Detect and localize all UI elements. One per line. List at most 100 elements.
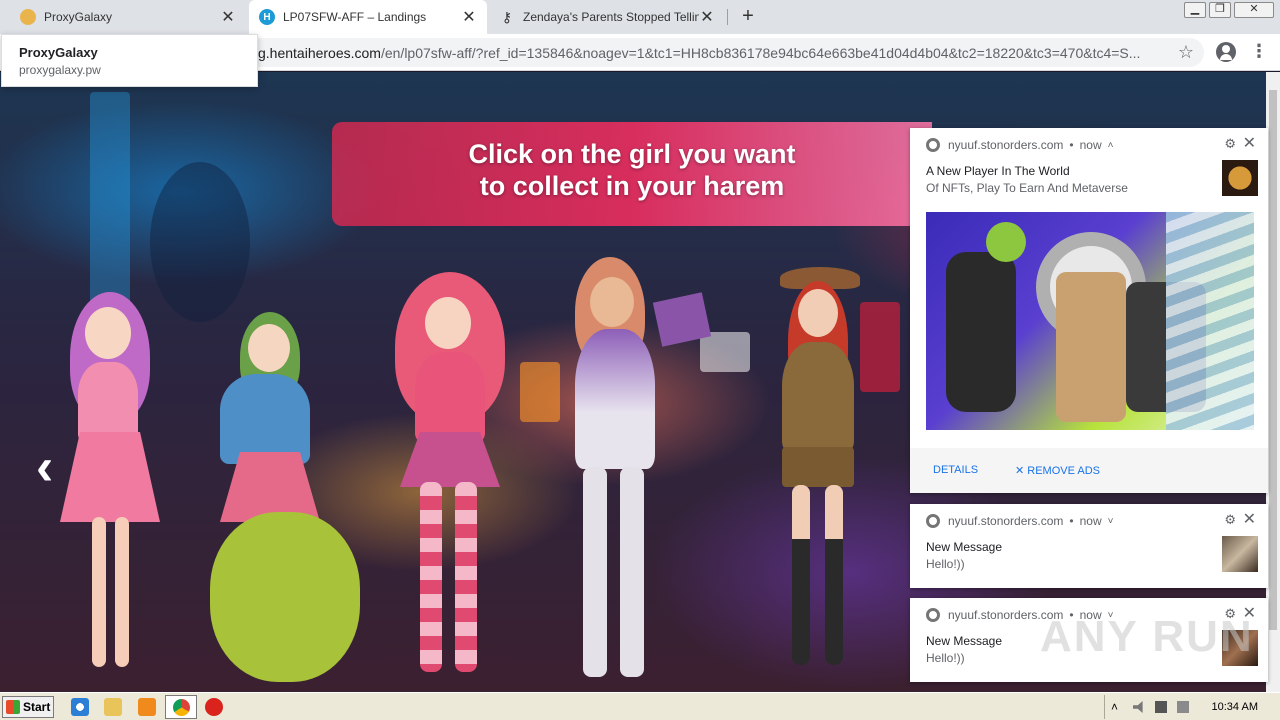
character-purple-bodysuit[interactable] [565,257,715,687]
character-explorer[interactable] [770,267,870,687]
character-head [425,297,471,349]
figure-shape [986,222,1026,262]
notification-source: nyuuf.stonorders.com [948,138,1064,152]
character-head [85,307,131,359]
close-tab-icon[interactable]: ✕ [461,7,477,27]
notification-header: nyuuf.stonorders.com • now ˄ [926,138,1113,152]
character-body [782,342,854,452]
instruction-banner: Click on the girl you want to collect in… [332,122,932,226]
avatar [1222,536,1258,572]
character-leg [92,517,106,667]
notification-actions: DETAILS ✕ REMOVE ADS [910,448,1268,493]
character-pink-dress[interactable] [60,292,170,692]
details-button[interactable]: DETAILS [933,464,978,476]
clock: 10:34 AM [1211,701,1258,713]
gear-icon[interactable]: ⚙ [1224,512,1236,528]
banner-line-2: to collect in your harem [479,171,785,201]
notification-time: now [1079,138,1102,152]
close-icon[interactable]: ✕ [1243,133,1256,153]
figure-shape [946,252,1016,412]
tab-zendaya[interactable]: ⚷ Zendaya's Parents Stopped Telling H ✕ [489,0,725,34]
menu-kebab-icon[interactable]: ⋮ [1250,42,1268,62]
folder-icon[interactable] [104,698,122,716]
notification-nft[interactable]: nyuuf.stonorders.com • now ˄ ⚙ ✕ A New P… [910,128,1268,493]
character-head [798,289,838,337]
character-body [415,352,485,442]
bitcoin-icon [1222,160,1258,196]
media-player-icon[interactable] [138,698,156,716]
tab-strip: ProxyGalaxy ✕ H LP07SFW-AFF – Landings ✕… [0,0,1280,34]
tab-title: Zendaya's Parents Stopped Telling H [523,10,699,24]
windows-flag-icon [6,700,20,714]
figure-shape [1056,272,1126,422]
close-window-button[interactable]: ✕ [1234,2,1274,18]
character-body [78,362,138,442]
url-host: g.hentaiheroes.com [258,45,381,61]
character-naga[interactable] [190,312,360,692]
tab-proxygalaxy[interactable]: ProxyGalaxy ✕ [10,0,246,34]
character-shorts [782,447,854,487]
url-text: g.hentaiheroes.com/en/lp07sfw-aff/?ref_i… [258,45,1158,61]
proxygalaxy-favicon-icon [20,9,36,25]
notification-message-1[interactable]: nyuuf.stonorders.com • now ˅ ⚙ ✕ New Mes… [910,504,1268,588]
stop-icon[interactable] [205,698,223,716]
close-icon[interactable]: ✕ [1243,509,1256,529]
notification-header: nyuuf.stonorders.com • now ˅ [926,514,1113,528]
character-striped-stockings[interactable] [390,272,510,692]
notification-body: Of NFTs, Play To Earn And Metaverse [926,181,1128,195]
page-scrollbar[interactable] [1266,72,1280,692]
chrome-icon [926,608,940,622]
close-tab-icon[interactable]: ✕ [220,7,236,27]
bookmark-star-icon[interactable]: ☆ [1178,42,1194,63]
notification-title: A New Player In The World [926,164,1070,178]
chrome-icon [926,138,940,152]
close-tab-icon[interactable]: ✕ [699,7,715,27]
start-button[interactable]: Start [2,696,54,718]
chrome-icon [926,514,940,528]
character-leg [825,485,843,665]
scroll-thumb[interactable] [1269,90,1277,630]
notification-source: nyuuf.stonorders.com [948,514,1064,528]
banner-line-1: Click on the girl you want [468,139,796,169]
notification-body: Hello!)) [926,557,965,571]
remove-ads-button[interactable]: ✕ REMOVE ADS [1015,464,1100,477]
character-leg [455,482,477,672]
notification-body: Hello!)) [926,651,965,665]
character-leg [583,467,607,677]
hh-favicon-icon: H [259,9,275,25]
chevron-down-icon[interactable]: ˅ [1108,516,1114,527]
character-leg [620,467,644,677]
ie-icon[interactable] [71,698,89,716]
speaker-icon[interactable] [1133,701,1143,713]
minimize-button[interactable]: ▁ [1184,2,1206,18]
url-path: /en/lp07sfw-aff/?ref_id=135846&noagev=1&… [380,45,1141,61]
chevron-up-icon[interactable]: ˄ [1111,701,1123,713]
staircase-shape [1166,212,1254,430]
hover-card-title: ProxyGalaxy [19,45,98,60]
character-leg [420,482,442,672]
hover-card-domain: proxygalaxy.pw [19,63,101,77]
action-center-flag-icon[interactable] [1177,701,1189,713]
tab-title: ProxyGalaxy [44,10,113,24]
address-bar[interactable]: g.hentaiheroes.com/en/lp07sfw-aff/?ref_i… [214,38,1204,67]
chevron-up-icon[interactable]: ˄ [1108,140,1114,151]
network-icon[interactable] [1155,701,1167,713]
new-tab-button[interactable]: + [737,5,759,29]
taskbar-chrome-button[interactable] [165,695,197,719]
banner-text: Click on the girl you want to collect in… [332,138,932,202]
taskbar: Start ˄ 10:34 AM [0,692,1280,720]
profile-avatar-icon[interactable] [1216,42,1236,62]
character-body [575,329,655,469]
watermark-logo: ANY RUN [1040,612,1254,661]
tab-hover-card: ProxyGalaxy proxygalaxy.pw [1,34,258,87]
character-skirt [60,432,160,522]
gear-icon[interactable]: ⚙ [1224,136,1236,152]
start-label: Start [23,700,51,714]
character-leg [792,485,810,665]
restore-button[interactable]: ❐ [1209,2,1231,18]
tab-separator [727,9,728,25]
character-leg [115,517,129,667]
system-tray: ˄ 10:34 AM [1104,695,1278,719]
key-favicon-icon: ⚷ [501,8,513,25]
tab-landings[interactable]: H LP07SFW-AFF – Landings ✕ [249,0,487,34]
